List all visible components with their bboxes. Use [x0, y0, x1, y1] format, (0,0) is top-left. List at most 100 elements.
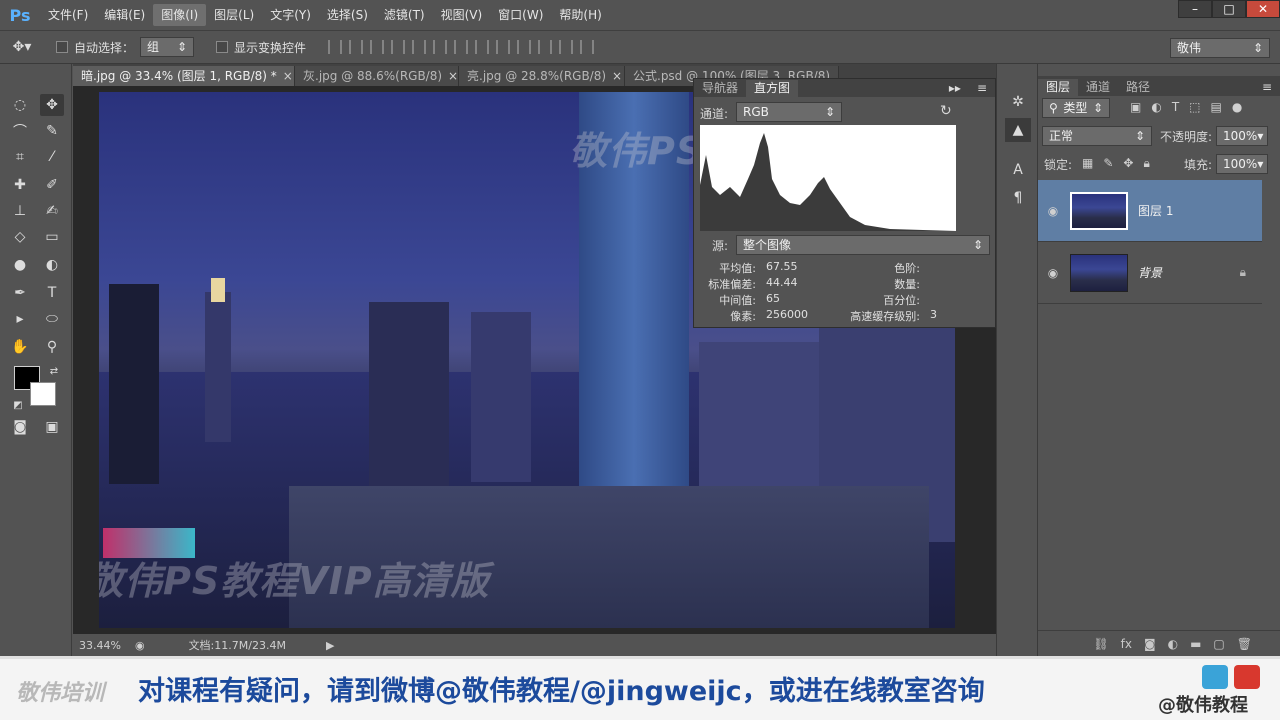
- close-icon[interactable]: ×: [448, 69, 458, 83]
- refresh-icon[interactable]: ↻: [940, 103, 952, 119]
- default-colors-icon[interactable]: ◩: [6, 394, 30, 416]
- distribute-vcenter-icon[interactable]: [475, 40, 490, 54]
- fill-field[interactable]: 100% ▾: [1216, 154, 1268, 174]
- move-tool-preset-icon[interactable]: ✥▾: [0, 39, 44, 55]
- layer-row-layer1[interactable]: ◉ 图层 1: [1038, 180, 1262, 242]
- distribute-hcenter-icon[interactable]: [538, 40, 553, 54]
- eyedropper-tool-icon[interactable]: ⁄: [40, 146, 64, 168]
- tab-paths[interactable]: 路径: [1118, 79, 1158, 96]
- align-bottom-icon[interactable]: [370, 40, 385, 54]
- distribute-right-icon[interactable]: [559, 40, 574, 54]
- screen-mode-icon[interactable]: ▣: [40, 416, 64, 438]
- close-icon[interactable]: ×: [283, 69, 293, 83]
- show-transform-checkbox[interactable]: [216, 41, 229, 53]
- tab-gray-jpg[interactable]: 灰.jpg @ 88.6%(RGB/8) ×: [295, 66, 459, 86]
- visibility-eye-icon[interactable]: ◉: [1038, 266, 1068, 280]
- maximize-button[interactable]: □: [1212, 0, 1246, 18]
- close-icon[interactable]: ×: [612, 69, 622, 83]
- blend-mode-dropdown[interactable]: 正常 ⇕: [1042, 126, 1152, 146]
- swap-colors-icon[interactable]: ⇄: [42, 360, 66, 382]
- ellipse-tool-icon[interactable]: ⬭: [40, 308, 64, 330]
- pen-tool-icon[interactable]: ✒: [8, 282, 32, 304]
- lasso-tool-icon[interactable]: ⌒: [8, 120, 32, 142]
- menu-layer[interactable]: 图层(L): [206, 4, 262, 26]
- zoom-level[interactable]: 33.44%: [79, 639, 121, 652]
- lock-position-icon[interactable]: ✥: [1123, 156, 1133, 171]
- blur-tool-icon[interactable]: ●: [8, 254, 32, 276]
- menu-image[interactable]: 图像(I): [153, 4, 207, 26]
- distribute-top-icon[interactable]: [454, 40, 469, 54]
- menu-view[interactable]: 视图(V): [433, 4, 491, 26]
- dodge-tool-icon[interactable]: ◐: [40, 254, 64, 276]
- adjustment-layer-icon[interactable]: ◐: [1168, 637, 1178, 651]
- panel-collapse-icon[interactable]: ▸▸: [941, 80, 969, 97]
- menu-type[interactable]: 文字(Y): [262, 4, 319, 26]
- character-icon[interactable]: A: [1005, 158, 1031, 182]
- source-dropdown[interactable]: 整个图像 ⇕: [736, 235, 990, 255]
- history-brush-tool-icon[interactable]: ✍: [40, 200, 64, 222]
- workspace-dropdown[interactable]: 敬伟 ⇕: [1170, 38, 1270, 58]
- menu-select[interactable]: 选择(S): [319, 4, 376, 26]
- tab-channels[interactable]: 通道: [1078, 79, 1118, 96]
- channel-dropdown[interactable]: RGB ⇕: [736, 102, 842, 122]
- path-select-tool-icon[interactable]: ▸: [8, 308, 32, 330]
- align-vcenter-icon[interactable]: [349, 40, 364, 54]
- hand-tool-icon[interactable]: ✋: [8, 336, 32, 358]
- move-tool-icon[interactable]: ✥: [40, 94, 64, 116]
- menu-file[interactable]: 文件(F): [40, 4, 96, 26]
- adjustment-filter-icon[interactable]: ◐: [1151, 100, 1161, 114]
- auto-select-checkbox[interactable]: [56, 41, 68, 53]
- background-color-swatch[interactable]: [30, 382, 56, 406]
- image-filter-icon[interactable]: ▣: [1130, 100, 1141, 114]
- align-hcenter-icon[interactable]: [412, 40, 427, 54]
- type-filter-icon[interactable]: T: [1172, 100, 1179, 114]
- menu-window[interactable]: 窗口(W): [490, 4, 551, 26]
- quick-mask-icon[interactable]: ◙: [8, 416, 32, 438]
- tab-layers[interactable]: 图层: [1038, 79, 1079, 96]
- menu-help[interactable]: 帮助(H): [551, 4, 609, 26]
- type-tool-icon[interactable]: T: [40, 282, 64, 304]
- delete-layer-icon[interactable]: 🗑︎: [1237, 637, 1252, 651]
- lock-image-icon[interactable]: ✎: [1103, 156, 1113, 171]
- zoom-tool-icon[interactable]: ⚲: [40, 336, 64, 358]
- smart-object-filter-icon[interactable]: ▤: [1211, 100, 1222, 114]
- distribute-left-icon[interactable]: [517, 40, 532, 54]
- opacity-field[interactable]: 100% ▾: [1216, 126, 1268, 146]
- layer-filter-dropdown[interactable]: ⚲ 类型 ⇕: [1042, 98, 1110, 118]
- clone-stamp-tool-icon[interactable]: ⊥: [8, 200, 32, 222]
- navigator-icon[interactable]: ✲: [1005, 90, 1031, 114]
- panel-menu-icon[interactable]: ≡: [969, 80, 995, 97]
- tab-dark-jpg[interactable]: 暗.jpg @ 33.4% (图层 1, RGB/8) * ×: [73, 66, 295, 86]
- distribute-bottom-icon[interactable]: [496, 40, 511, 54]
- add-mask-icon[interactable]: ◙: [1144, 637, 1156, 651]
- align-top-icon[interactable]: [328, 40, 343, 54]
- minimize-button[interactable]: –: [1178, 0, 1212, 18]
- layer-row-background[interactable]: ◉ 背景 🔒︎: [1038, 242, 1262, 304]
- status-icon[interactable]: ◉: [135, 639, 145, 652]
- crop-tool-icon[interactable]: ⌗: [8, 146, 32, 168]
- histogram-icon[interactable]: ▲: [1005, 118, 1031, 142]
- tab-bright-jpg[interactable]: 亮.jpg @ 28.8%(RGB/8) ×: [459, 66, 625, 86]
- visibility-eye-icon[interactable]: ◉: [1038, 204, 1068, 218]
- gradient-tool-icon[interactable]: ▭: [40, 226, 64, 248]
- status-menu-arrow-icon[interactable]: ▶: [326, 639, 334, 652]
- paragraph-icon[interactable]: ¶: [1005, 186, 1031, 210]
- auto-align-icon[interactable]: [580, 40, 595, 54]
- link-layers-icon[interactable]: ⛓: [1093, 637, 1108, 651]
- new-group-icon[interactable]: ▬: [1190, 637, 1201, 651]
- close-button[interactable]: ✕: [1246, 0, 1280, 18]
- layer-style-icon[interactable]: fx: [1121, 637, 1132, 651]
- eraser-tool-icon[interactable]: ◇: [8, 226, 32, 248]
- auto-select-dropdown[interactable]: 组 ⇕: [140, 37, 195, 57]
- new-layer-icon[interactable]: ▢: [1213, 637, 1224, 651]
- marquee-tool-icon[interactable]: ◌: [8, 94, 32, 116]
- panel-menu-icon[interactable]: ≡: [1254, 79, 1280, 96]
- menu-edit[interactable]: 编辑(E): [96, 4, 153, 26]
- menu-filter[interactable]: 滤镜(T): [376, 4, 433, 26]
- lock-transparent-icon[interactable]: ▦: [1082, 156, 1093, 171]
- quick-select-tool-icon[interactable]: ✎: [40, 120, 64, 142]
- tab-histogram[interactable]: 直方图: [746, 80, 799, 97]
- align-right-icon[interactable]: [433, 40, 448, 54]
- shape-filter-icon[interactable]: ⬚: [1189, 100, 1200, 114]
- brush-tool-icon[interactable]: ✐: [40, 174, 64, 196]
